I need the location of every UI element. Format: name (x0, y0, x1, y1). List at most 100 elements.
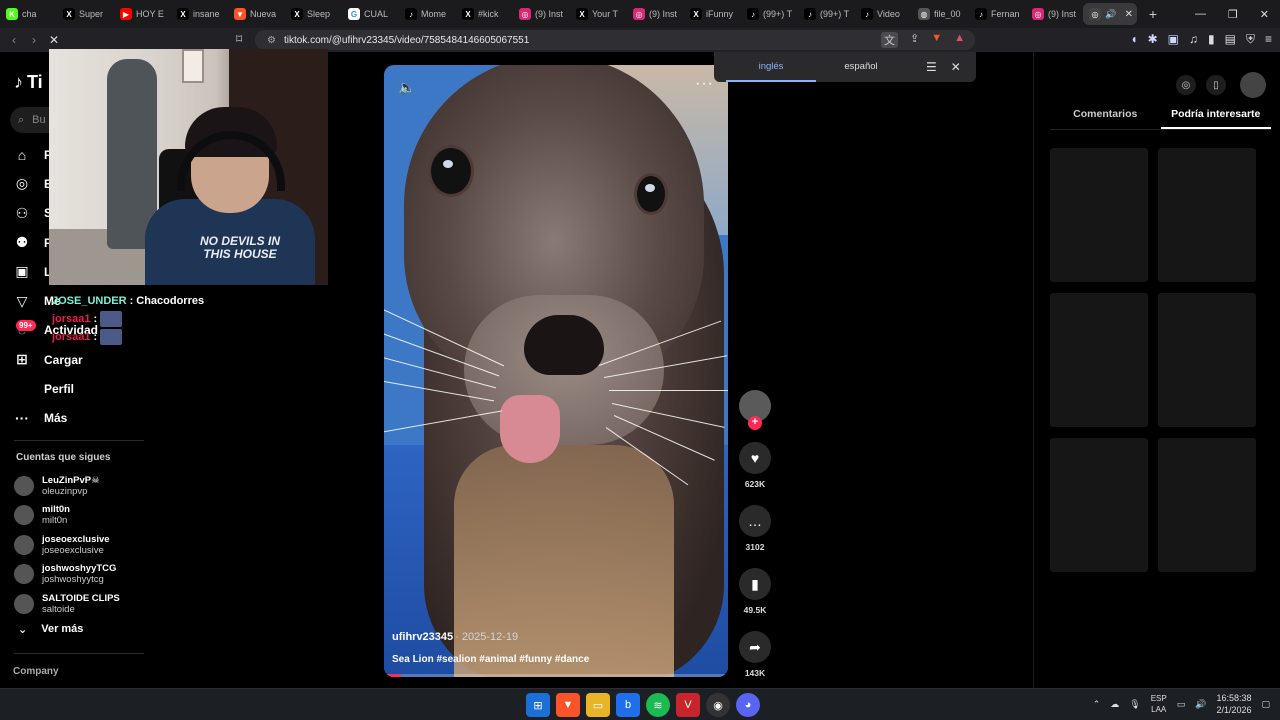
brave-rewards-icon[interactable]: ▲ (954, 32, 965, 48)
brave-icon[interactable]: ▼ (556, 693, 580, 717)
see-more-button[interactable]: ⌄ Ver más (18, 623, 83, 636)
avatar[interactable] (1240, 72, 1266, 98)
windows-start-icon[interactable]: ⊞ (526, 693, 550, 717)
browser-tab[interactable]: ◎ (9) Inst (513, 3, 570, 25)
sidebar-item-10[interactable]: ··· Más (14, 404, 98, 433)
save-action[interactable]: ▮ 49.5K (738, 568, 772, 615)
following-item[interactable]: joshwoshyyTCG joshwoshyytcg (14, 560, 120, 590)
close-tab-icon[interactable]: ✕ (1125, 9, 1133, 20)
share-icon[interactable]: ⇪ (910, 32, 919, 48)
bookmark-icon[interactable]: ⌑ (236, 32, 242, 46)
author-avatar[interactable]: + (739, 390, 771, 430)
browser-tab[interactable]: Xinsane (171, 3, 228, 25)
close-window-icon[interactable]: ✕ (1260, 8, 1269, 21)
video-card[interactable] (1050, 438, 1148, 572)
following-item[interactable]: milt0n milt0n (14, 501, 120, 531)
bing-icon[interactable]: b (616, 693, 640, 717)
share-action[interactable]: ➦ 143K (738, 631, 772, 678)
video-author[interactable]: ufihrv23345 · 2025-12-19 (392, 631, 518, 643)
following-item[interactable]: SALTOIDE CLIPS saltoide (14, 589, 120, 619)
url-field[interactable]: ⚙ tiktok.com/@ufihrv23345/video/75854841… (255, 30, 975, 50)
browser-tab[interactable]: G CUAL (342, 3, 399, 25)
browser-tab[interactable]: ♪ (99+) T (798, 3, 855, 25)
more-options-icon[interactable]: ··· (695, 75, 714, 93)
share-arrow-icon[interactable]: ➦ (739, 631, 771, 663)
extensions-icon[interactable]: ✱ (1148, 32, 1158, 47)
video-card[interactable] (1158, 438, 1256, 572)
forward-icon[interactable]: › (24, 33, 44, 47)
input-language[interactable]: ESP LAA (1151, 693, 1167, 715)
author-name[interactable]: ufihrv23345 (392, 631, 453, 643)
stop-icon[interactable]: ✕ (44, 33, 64, 47)
sidebar-item-9[interactable]: Perfil (14, 374, 98, 403)
spotify-icon[interactable]: ≋ (646, 693, 670, 717)
browser-tab[interactable]: ◍ file_00 (912, 3, 969, 25)
screenshot-icon[interactable]: ▣ (1168, 32, 1179, 47)
browser-tab[interactable]: ▶ HOY E (114, 3, 171, 25)
cloud-icon[interactable]: ☁ (1110, 699, 1119, 710)
browser-tab[interactable]: X #kick (456, 3, 513, 25)
chevron-up-icon[interactable]: ⌃ (1093, 699, 1101, 710)
audio-icon[interactable]: 🔊 (1105, 9, 1116, 20)
notifications-icon[interactable]: ▢ (1261, 699, 1270, 710)
wallet-icon[interactable]: ▤ (1225, 32, 1236, 47)
clock[interactable]: 16:58:38 2/1/2026 (1216, 692, 1251, 716)
hamburger-icon[interactable]: ☰ (926, 60, 937, 74)
following-item[interactable]: LeuZinPvP☠ oleuzinpvp (14, 471, 120, 501)
sidebar-item-8[interactable]: ⊞ Cargar (14, 345, 98, 374)
lang-option[interactable]: español (816, 52, 906, 82)
browser-tab[interactable]: Kcha (0, 3, 57, 25)
folder-icon[interactable]: ▭ (586, 693, 610, 717)
new-tab-button[interactable]: + (1141, 6, 1165, 22)
obs-icon[interactable]: ◉ (706, 693, 730, 717)
tiktok-logo[interactable]: ♪ Ti (14, 72, 43, 93)
video-player[interactable]: 🔈 ··· ufihrv23345 · 2025-12-19 Sea Lion #… (384, 65, 728, 677)
heart-icon[interactable]: ♥ (739, 442, 771, 474)
phone-icon[interactable]: ▯ (1206, 75, 1226, 95)
browser-tab[interactable]: ◎ (9) Inst (1026, 3, 1083, 25)
volume-icon[interactable]: 🔊 (1195, 699, 1206, 710)
network-icon[interactable]: ▭ (1177, 699, 1186, 710)
tab-active[interactable]: ◎ 🔊 ✕ (1083, 3, 1137, 25)
back-icon[interactable]: ‹ (4, 33, 24, 47)
close-icon[interactable]: ✕ (951, 60, 961, 74)
browser-tab[interactable]: X Your T (570, 3, 627, 25)
browser-tab[interactable]: X Super (57, 3, 114, 25)
tab-comments[interactable]: Comentarios (1050, 108, 1161, 129)
browser-tab[interactable]: ♪ Mome (399, 3, 456, 25)
comment-icon[interactable]: … (739, 505, 771, 537)
menu-icon[interactable]: ≡ (1265, 32, 1272, 47)
volume-icon[interactable]: 🔈 (398, 79, 415, 96)
following-item[interactable]: joseoexclusive joseoexclusive (14, 530, 120, 560)
lang-option-selected[interactable]: inglés (726, 52, 816, 82)
speech-icon[interactable]: ◖ (1130, 32, 1137, 47)
mic-icon[interactable]: 🎙 (1129, 699, 1140, 710)
bookmark-icon[interactable]: ▮ (739, 568, 771, 600)
video-card[interactable] (1158, 148, 1256, 282)
sidebar-icon[interactable]: ▮ (1208, 32, 1215, 47)
minimize-icon[interactable]: — (1195, 8, 1206, 21)
browser-tab[interactable]: ♪ Video (855, 3, 912, 25)
browser-tab[interactable]: ♪ (99+) T (741, 3, 798, 25)
video-card[interactable] (1050, 293, 1148, 427)
site-info-icon[interactable]: ⚙ (267, 35, 276, 46)
brave-shields-icon[interactable]: ▼ (931, 32, 942, 48)
voicemeeter-icon[interactable]: V (676, 693, 700, 717)
translate-icon[interactable]: 文 (881, 32, 898, 48)
follow-plus-icon[interactable]: + (748, 416, 762, 430)
maximize-icon[interactable]: ❐ (1228, 8, 1238, 21)
video-card[interactable] (1050, 148, 1148, 282)
browser-tab[interactable]: ◎ (9) Inst (627, 3, 684, 25)
tab-recommended[interactable]: Podría interesarte (1160, 108, 1271, 129)
browser-tab[interactable]: XiFunny (684, 3, 741, 25)
compass-icon[interactable]: ◎ (1176, 75, 1196, 95)
discord-icon[interactable]: ◕ (736, 693, 760, 717)
company-link[interactable]: Company (13, 666, 59, 677)
video-card[interactable] (1158, 293, 1256, 427)
browser-tab[interactable]: ▼ Nueva (228, 3, 285, 25)
vpn-icon[interactable]: ⛨ (1246, 32, 1255, 47)
comment-action[interactable]: … 3102 (738, 505, 772, 552)
browser-tab[interactable]: X Sleep (285, 3, 342, 25)
music-icon[interactable]: ♫ (1189, 32, 1198, 47)
like-action[interactable]: ♥ 623K (738, 442, 772, 489)
